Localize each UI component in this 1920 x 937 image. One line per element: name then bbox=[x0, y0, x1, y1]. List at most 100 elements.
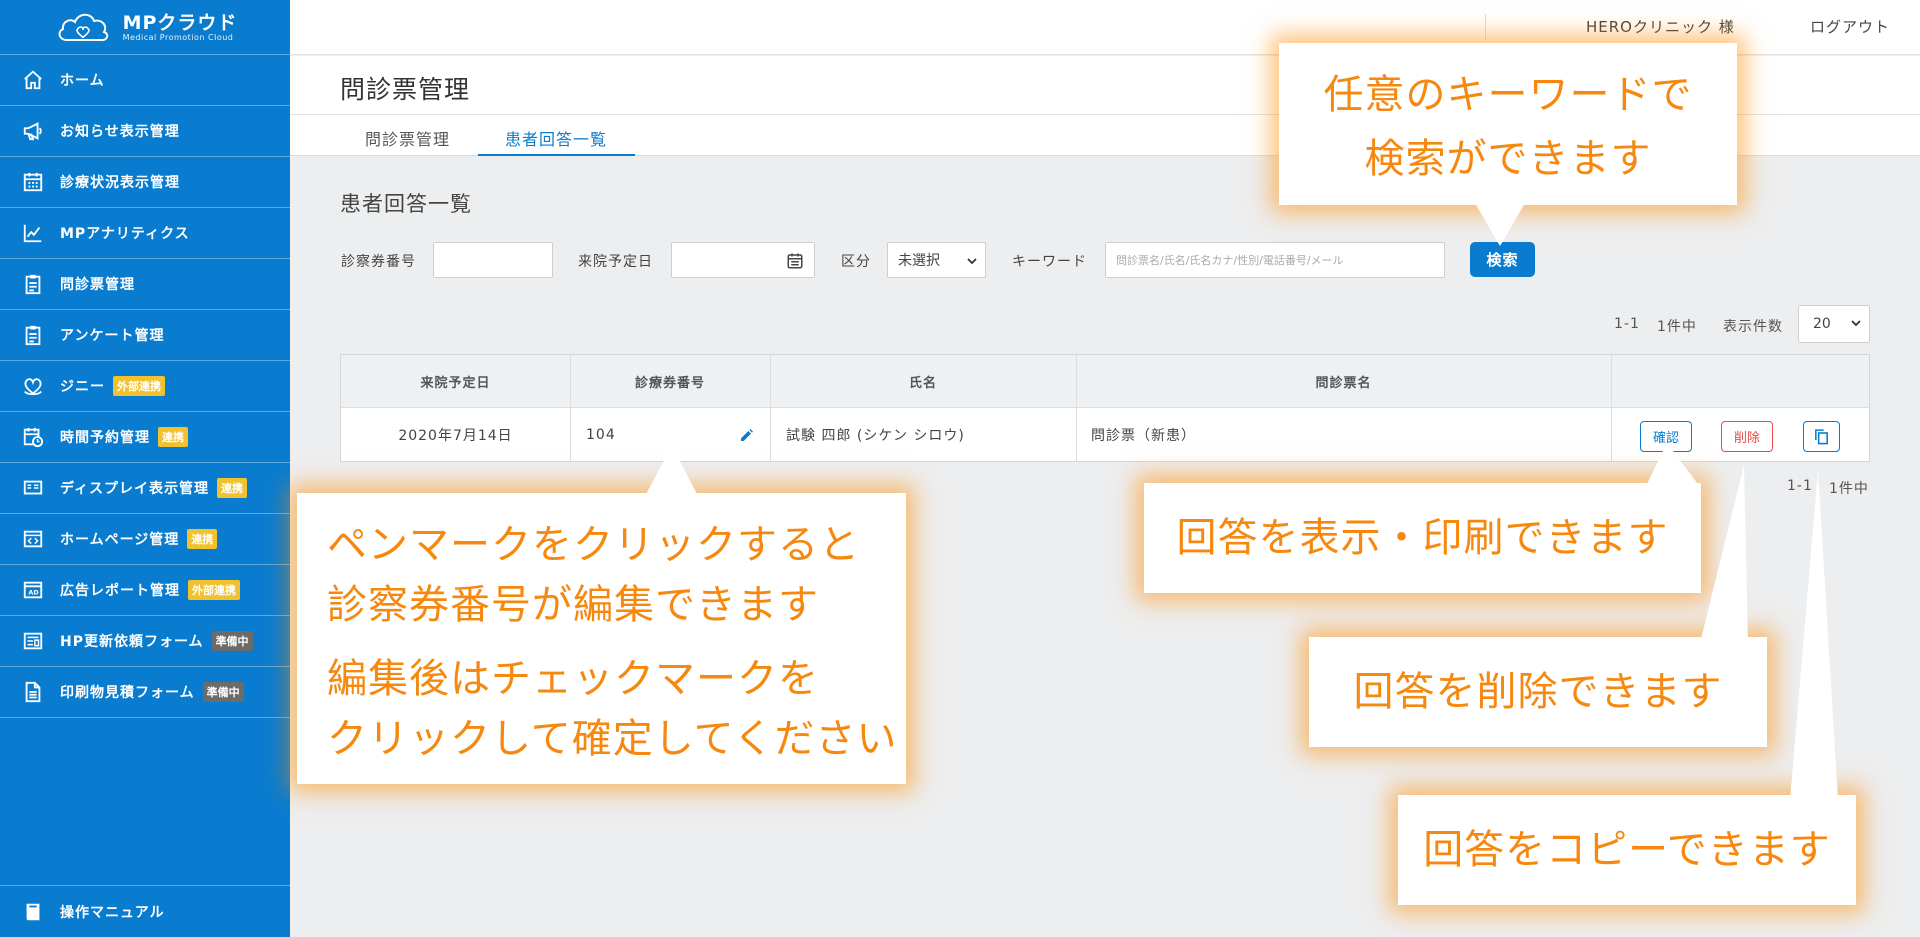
sidebar-item-notice[interactable]: お知らせ表示管理 bbox=[0, 106, 290, 157]
home-icon bbox=[20, 67, 46, 93]
form-icon bbox=[20, 628, 46, 654]
callout-view: 回答を表示・印刷できます bbox=[1144, 483, 1701, 593]
callout-keyword-line2: 検索ができます bbox=[1364, 136, 1652, 182]
sidebar-item-label: 操作マニュアル bbox=[60, 904, 165, 921]
sidebar-item-label: お知らせ表示管理 bbox=[60, 124, 180, 140]
preparing-badge: 準備中 bbox=[202, 682, 244, 702]
cloud-logo-icon bbox=[58, 13, 108, 42]
callout-keyword-line1: 任意のキーワードで bbox=[1323, 72, 1693, 118]
logout-link[interactable]: ログアウト bbox=[1810, 16, 1890, 37]
category-label: 区分 bbox=[841, 254, 871, 270]
calendar-grid-icon bbox=[20, 169, 46, 195]
sidebar-item-questionnaire[interactable]: 問診票管理 bbox=[0, 259, 290, 310]
link-badge: 連携 bbox=[217, 478, 248, 498]
cell-card-no: 104 bbox=[586, 426, 616, 443]
sidebar-item-analytics[interactable]: MPアナリティクス bbox=[0, 208, 290, 259]
preparing-badge: 準備中 bbox=[211, 631, 253, 651]
sidebar-item-label: 時間予約管理 bbox=[60, 430, 150, 446]
callout-pen-line2: 診察券番号が編集できます bbox=[327, 582, 819, 628]
callout-pen-line3: 編集後はチェックマークを bbox=[327, 656, 819, 702]
tab-patient-answers[interactable]: 患者回答一覧 bbox=[505, 126, 607, 150]
sidebar-item-label: アンケート管理 bbox=[60, 328, 165, 344]
sidebar-item-label: 問診票管理 bbox=[60, 277, 135, 293]
answers-table: 来院予定日 診療券番号 氏名 問診票名 2020年7月14日 104 試験 四郎… bbox=[340, 354, 1870, 462]
column-header-date: 来院予定日 bbox=[420, 376, 491, 391]
sidebar-item-survey[interactable]: アンケート管理 bbox=[0, 310, 290, 361]
per-page-select[interactable]: 20 bbox=[1798, 305, 1870, 343]
sidebar-item-label: HP更新依頼フォーム bbox=[60, 634, 204, 650]
cell-name: 試験 四郎 (シケン シロウ) bbox=[786, 427, 965, 444]
column-header-name: 氏名 bbox=[908, 376, 937, 391]
tab-questionnaire[interactable]: 問診票管理 bbox=[365, 126, 450, 150]
copy-button[interactable] bbox=[1803, 421, 1840, 452]
per-page-value: 20 bbox=[1813, 316, 1831, 332]
link-badge: 連携 bbox=[187, 529, 218, 549]
heart-hands-icon bbox=[20, 373, 46, 399]
sidebar-item-status[interactable]: 診療状況表示管理 bbox=[0, 157, 290, 208]
sidebar-item-label: 診療状況表示管理 bbox=[60, 175, 180, 191]
copy-icon bbox=[1815, 429, 1828, 445]
brand-logo[interactable]: MPクラウド Medical Promotion Cloud bbox=[0, 0, 290, 55]
calendar-clock-icon bbox=[20, 424, 46, 450]
sidebar-item-reservation[interactable]: 時間予約管理 連携 bbox=[0, 412, 290, 463]
cell-date: 2020年7月14日 bbox=[398, 427, 513, 444]
link-badge: 連携 bbox=[158, 427, 188, 447]
callout-pen: ペンマークをクリックすると 診察券番号が編集できます 編集後はチェックマークを … bbox=[297, 493, 906, 784]
callout-pointer bbox=[645, 446, 698, 496]
result-range: 1-1 bbox=[1614, 316, 1640, 332]
callout-pointer bbox=[1475, 203, 1525, 246]
keyword-placeholder: 問診票名/氏名/氏名カナ/性別/電話番号/メール bbox=[1116, 254, 1344, 267]
sidebar-item-label: 印刷物見積フォーム bbox=[60, 685, 195, 701]
chevron-down-icon bbox=[967, 258, 977, 265]
pen-icon[interactable] bbox=[739, 427, 755, 443]
megaphone-icon bbox=[20, 118, 46, 144]
card-number-input[interactable] bbox=[433, 242, 553, 278]
sidebar-item-hp-update[interactable]: HP更新依頼フォーム 準備中 bbox=[0, 616, 290, 667]
card-number-label: 診察券番号 bbox=[341, 254, 416, 270]
manual-icon bbox=[20, 899, 46, 925]
sidebar-item-manual[interactable]: 操作マニュアル bbox=[0, 885, 290, 937]
brand-subtitle: Medical Promotion Cloud bbox=[122, 32, 234, 42]
header-divider bbox=[1485, 14, 1486, 40]
sidebar-item-label: 広告レポート管理 bbox=[60, 583, 180, 599]
document-icon bbox=[20, 679, 46, 705]
brand-title: MPクラウド bbox=[122, 11, 238, 34]
callout-view-text: 回答を表示・印刷できます bbox=[1176, 515, 1669, 561]
result-total: 1件中 bbox=[1657, 319, 1697, 335]
sidebar-item-display[interactable]: ディスプレイ表示管理 連携 bbox=[0, 463, 290, 514]
sidebar-item-genie[interactable]: ジニー 外部連携 bbox=[0, 361, 290, 412]
user-name: HEROクリニック 様 bbox=[1586, 18, 1735, 36]
sidebar-item-ad-report[interactable]: AD 広告レポート管理 外部連携 bbox=[0, 565, 290, 616]
sidebar-item-label: ディスプレイ表示管理 bbox=[60, 481, 210, 497]
external-link-badge: 外部連携 bbox=[188, 580, 240, 600]
sidebar-item-label: ホームページ管理 bbox=[60, 532, 180, 548]
sidebar-item-home[interactable]: ホーム bbox=[0, 55, 290, 106]
sidebar-item-label: ジニー bbox=[60, 379, 105, 395]
keyword-input[interactable]: 問診票名/氏名/氏名カナ/性別/電話番号/メール bbox=[1105, 242, 1445, 278]
clipboard-icon bbox=[20, 271, 46, 297]
ad-icon: AD bbox=[20, 577, 46, 603]
column-header-card-no: 診療券番号 bbox=[634, 376, 705, 391]
column-header-actions bbox=[1611, 355, 1869, 408]
category-value: 未選択 bbox=[898, 253, 940, 269]
section-title: 患者回答一覧 bbox=[340, 192, 472, 216]
callout-pointer bbox=[1645, 443, 1701, 488]
sidebar-item-label: ホーム bbox=[60, 73, 105, 89]
sidebar-item-label: MPアナリティクス bbox=[60, 226, 190, 242]
sidebar-item-print-estimate[interactable]: 印刷物見積フォーム 準備中 bbox=[0, 667, 290, 718]
sidebar: MPクラウド Medical Promotion Cloud ホーム お知らせ表… bbox=[0, 0, 290, 937]
external-link-badge: 外部連携 bbox=[113, 376, 165, 396]
cell-questionnaire: 問診票（新患） bbox=[1091, 427, 1196, 444]
callout-pen-line1: ペンマークをクリックすると bbox=[327, 522, 860, 568]
chart-line-icon bbox=[20, 220, 46, 246]
sidebar-item-homepage[interactable]: ホームページ管理 連携 bbox=[0, 514, 290, 565]
calendar-icon[interactable] bbox=[786, 252, 804, 270]
page-title: 問診票管理 bbox=[340, 75, 471, 104]
visit-date-input[interactable] bbox=[671, 242, 815, 278]
category-select[interactable]: 未選択 bbox=[887, 242, 986, 278]
callout-pointer bbox=[1790, 470, 1838, 800]
delete-button[interactable]: 削除 bbox=[1721, 421, 1773, 452]
callout-delete-text: 回答を削除できます bbox=[1353, 669, 1723, 715]
callout-pointer bbox=[1700, 465, 1748, 643]
callout-copy: 回答をコピーできます bbox=[1398, 795, 1856, 905]
